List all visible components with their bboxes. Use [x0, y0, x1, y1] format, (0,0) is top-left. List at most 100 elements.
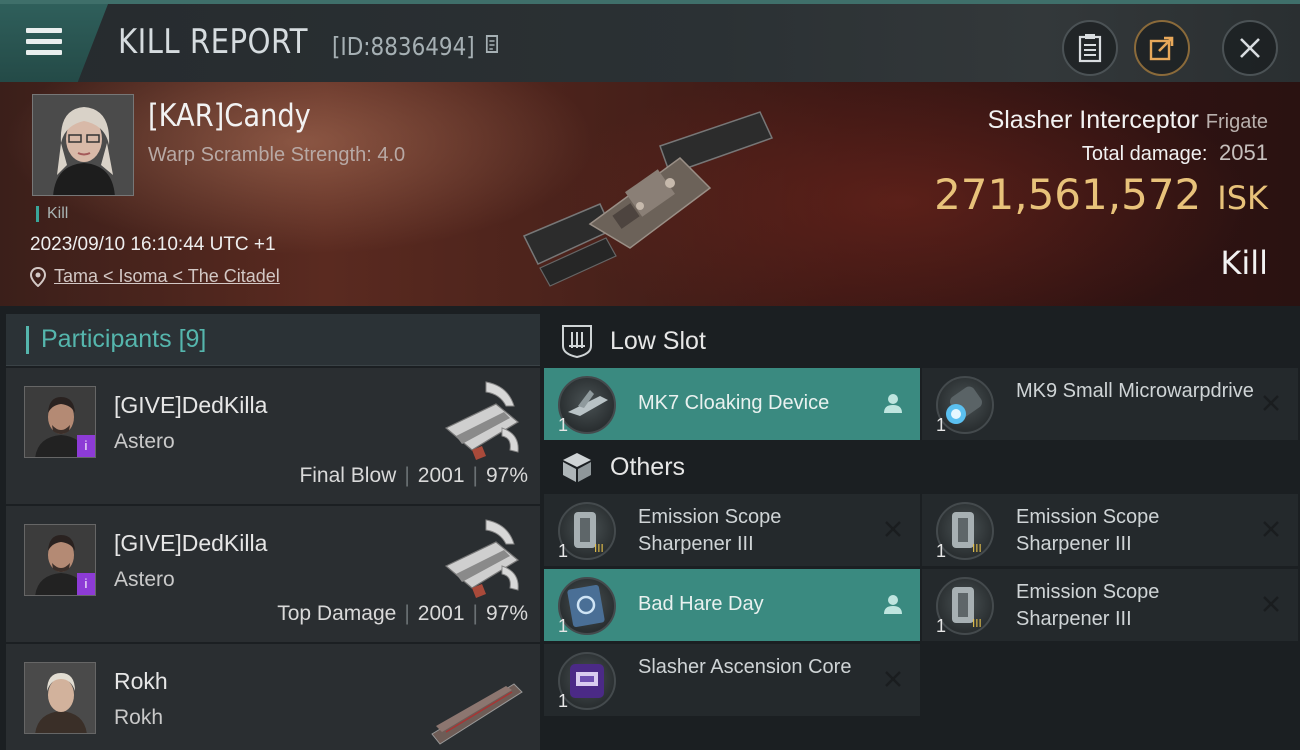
location-link[interactable]: Tama < Isoma < The Citadel — [54, 266, 280, 287]
module-qty: 1 — [558, 415, 569, 435]
total-damage-value: 2051 — [1219, 140, 1268, 165]
kill-location[interactable]: Tama < Isoma < The Citadel — [30, 266, 280, 287]
menu-button[interactable] — [0, 4, 108, 82]
others-label: Others — [610, 452, 686, 481]
location-pin-icon — [30, 266, 46, 287]
module-name: Slasher Ascension Core — [638, 656, 852, 678]
others-section-header: Others — [544, 440, 1300, 494]
others-grid: III 1 Emission Scope Sharpener III III 1… — [544, 494, 1300, 716]
cargo-box-icon — [563, 453, 591, 482]
participant-damage: 2001 — [417, 464, 465, 487]
module-qty: 1 — [936, 616, 947, 636]
participant-ship: Astero — [114, 430, 175, 453]
ship-name-text: Slasher Interceptor — [987, 106, 1199, 134]
participants-panel: Participants [9] i [GIVE]DedKilla Astero… — [6, 314, 540, 750]
info-badge: i — [77, 435, 95, 457]
pilot-portrait-icon — [25, 663, 95, 733]
svg-text:III: III — [972, 542, 982, 555]
clipboard-button[interactable] — [1062, 20, 1118, 76]
share-icon — [1149, 36, 1174, 61]
module-item[interactable]: 1 MK7 Cloaking Device — [544, 368, 920, 440]
module-qty: 1 — [558, 616, 569, 636]
module-name: Emission Scope Sharpener III — [1016, 506, 1160, 555]
astero-ship-icon — [444, 519, 520, 598]
isk-value: 271,561,572 ISK — [934, 170, 1268, 219]
rokh-ship-icon — [431, 683, 523, 745]
report-id: [ID:8836494] — [332, 32, 500, 61]
participant-ship: Astero — [114, 568, 175, 591]
victim-name[interactable]: [KAR]Candy — [148, 98, 311, 134]
participants-count: [9] — [178, 325, 207, 353]
person-icon[interactable] — [882, 392, 904, 414]
svg-text:III: III — [594, 542, 604, 555]
module-qty: 1 — [558, 541, 569, 561]
warp-scramble-strength: Warp Scramble Strength: 4.0 — [148, 144, 406, 166]
participant-avatar[interactable]: i — [24, 524, 96, 596]
share-button[interactable] — [1134, 20, 1190, 76]
participant-ship: Rokh — [114, 706, 164, 729]
victim-avatar[interactable] — [32, 94, 134, 196]
participant-damage: 2001 — [417, 602, 465, 625]
kill-tag: Kill — [36, 206, 68, 222]
participant-name[interactable]: [GIVE]DedKilla — [114, 392, 267, 419]
report-id-text: [ID:8836494] — [332, 32, 475, 61]
astero-ship-icon — [444, 381, 520, 460]
participant-stats: Top Damage | 2001 | 97% — [277, 602, 528, 625]
participant-row[interactable]: Rokh Rokh — [6, 644, 540, 750]
total-damage: Total damage: 2051 — [1082, 140, 1268, 166]
close-icon[interactable] — [1260, 518, 1282, 540]
clipboard-icon — [1078, 34, 1102, 63]
participants-accent-bar — [26, 325, 29, 354]
participant-percent: 97% — [485, 602, 528, 625]
fitting-panel: Low Slot 1 MK7 Cloaking Device 1 MK9 Sma… — [544, 314, 1300, 750]
participant-role: Top Damage — [277, 602, 397, 625]
module-item[interactable]: 1 MK9 Small Microwarpdrive — [922, 368, 1298, 440]
close-icon[interactable] — [882, 668, 904, 690]
page-title: KILL REPORT — [118, 22, 308, 62]
participant-row[interactable]: i [GIVE]DedKilla Astero Top Damage | 2001 |… — [6, 506, 540, 642]
low-slot-section-header: Low Slot — [544, 314, 1300, 368]
low-slot-label: Low Slot — [610, 326, 706, 355]
module-name: MK7 Cloaking Device — [638, 392, 830, 414]
isk-amount: 271,561,572 — [934, 170, 1202, 219]
close-button[interactable] — [1222, 20, 1278, 76]
ship-name[interactable]: Slasher Interceptor Frigate — [988, 106, 1268, 135]
module-item[interactable]: 1 Bad Hare Day — [544, 569, 920, 641]
isk-unit: ISK — [1217, 179, 1268, 217]
close-icon[interactable] — [882, 518, 904, 540]
info-badge: i — [77, 573, 95, 595]
module-qty: 1 — [558, 691, 569, 711]
ship-class: Frigate — [1205, 111, 1268, 133]
module-item[interactable]: III 1 Emission Scope Sharpener III — [544, 494, 920, 566]
low-slot-icon — [562, 325, 592, 358]
copy-icon[interactable] — [483, 35, 500, 57]
low-slot-grid: 1 MK7 Cloaking Device 1 MK9 Small Microw… — [544, 368, 1300, 440]
module-qty: 1 — [936, 415, 947, 435]
participants-header[interactable]: Participants [9] — [6, 314, 540, 366]
participant-name[interactable]: [GIVE]DedKilla — [114, 530, 267, 557]
svg-text:III: III — [972, 617, 982, 630]
close-icon — [1240, 38, 1260, 58]
module-name: Bad Hare Day — [638, 593, 764, 615]
person-icon[interactable] — [882, 593, 904, 615]
participant-stats: Final Blow | 2001 | 97% — [299, 464, 528, 487]
close-icon[interactable] — [1260, 593, 1282, 615]
module-item[interactable]: III 1 Emission Scope Sharpener III — [922, 494, 1298, 566]
participant-percent: 97% — [485, 464, 528, 487]
victim-banner: [KAR]Candy Warp Scramble Strength: 4.0 K… — [0, 82, 1300, 306]
kill-datetime: 2023/09/10 16:10:44 UTC +1 — [30, 234, 276, 255]
participant-avatar[interactable] — [24, 662, 96, 734]
module-item[interactable]: 1 Slasher Ascension Core — [544, 644, 920, 716]
total-damage-label: Total damage: — [1081, 143, 1208, 165]
module-qty: 1 — [936, 541, 947, 561]
participant-avatar[interactable]: i — [24, 386, 96, 458]
module-name: Emission Scope Sharpener III — [638, 506, 782, 555]
close-icon[interactable] — [1260, 392, 1282, 414]
hamburger-icon — [26, 28, 62, 56]
victim-ship-render — [522, 111, 774, 287]
participant-role: Final Blow — [299, 464, 397, 487]
participant-row[interactable]: i [GIVE]DedKilla Astero Final Blow | 2001 |… — [6, 368, 540, 504]
module-item[interactable]: III 1 Emission Scope Sharpener III — [922, 569, 1298, 641]
participant-name[interactable]: Rokh — [114, 668, 168, 695]
module-name: MK9 Small Microwarpdrive — [1016, 380, 1254, 402]
